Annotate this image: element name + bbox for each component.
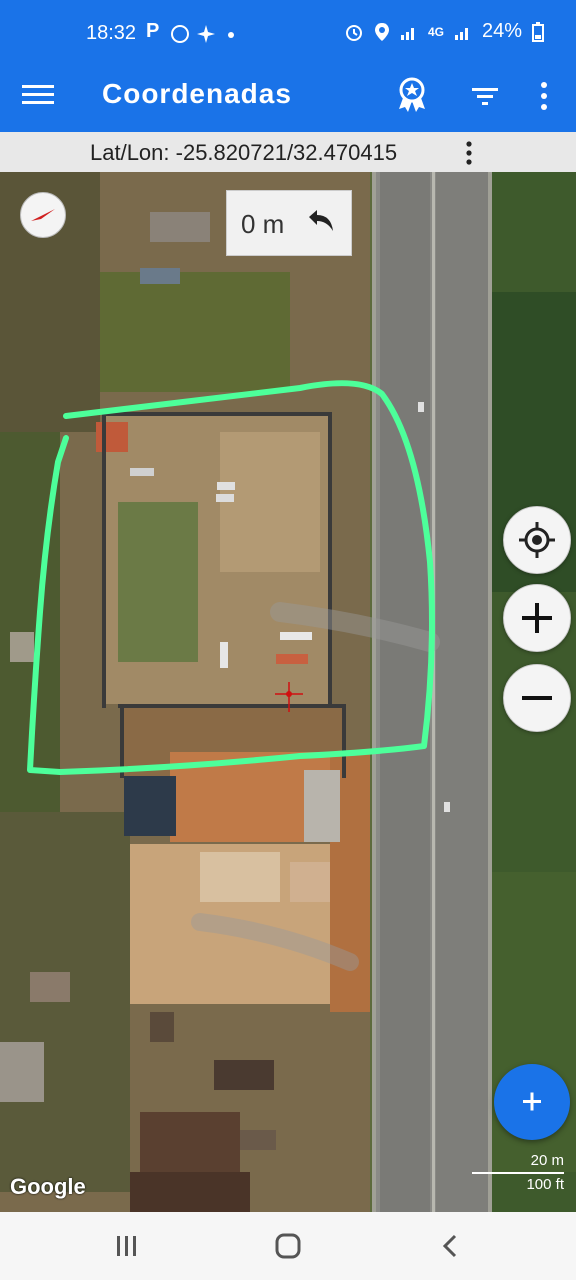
- scale-line: [472, 1172, 564, 1174]
- network-type: 4G: [427, 24, 444, 39]
- minus-icon: [522, 696, 552, 700]
- sparkle-icon: [197, 25, 215, 43]
- menu-icon[interactable]: [22, 80, 54, 112]
- alarm-icon: [345, 24, 362, 41]
- coord-more-icon[interactable]: [464, 140, 474, 166]
- coordinates-label: Lat/Lon: -25.820721/32.470415: [90, 140, 398, 165]
- satellite-imagery: [0, 172, 576, 1212]
- my-location-button[interactable]: [503, 506, 571, 574]
- distance-value: 0 m: [241, 209, 285, 239]
- coordinates-bar[interactable]: Lat/Lon: -25.820721/32.470415: [0, 132, 576, 172]
- my-location-icon: [519, 522, 555, 558]
- zoom-in-button[interactable]: [503, 584, 571, 652]
- whatsapp-icon: [171, 25, 189, 43]
- scale-imperial: 100 ft: [526, 1176, 564, 1193]
- add-point-button[interactable]: [494, 1064, 570, 1140]
- dot-icon: [228, 32, 234, 38]
- zoom-out-button[interactable]: [503, 664, 571, 732]
- status-right: 4G 24%: [344, 20, 544, 43]
- compass-button[interactable]: [20, 192, 66, 238]
- parking-icon: P: [146, 20, 164, 42]
- scale-metric: 20 m: [530, 1152, 564, 1169]
- status-time: 18:32: [86, 22, 137, 44]
- recents-icon[interactable]: [114, 1234, 140, 1258]
- status-bar: 18:32 P 4G 24%: [0, 0, 576, 60]
- system-nav-bar: [0, 1212, 576, 1280]
- signal-icon: [400, 27, 414, 40]
- badge-icon[interactable]: [392, 74, 432, 114]
- distance-panel: 0 m: [226, 190, 352, 256]
- location-icon: [374, 22, 389, 41]
- battery-level: 24%: [481, 20, 522, 42]
- plus-icon: [523, 1092, 541, 1111]
- satellite-map[interactable]: 0 m Google 20 m 100 ft: [0, 172, 576, 1212]
- app-bar: Coordenadas: [0, 60, 576, 132]
- signal-icon-2: [454, 27, 468, 40]
- filter-icon[interactable]: [470, 82, 500, 112]
- battery-icon: [532, 21, 544, 42]
- page-title: Coordenadas: [102, 78, 292, 109]
- compass-icon: [31, 209, 55, 221]
- google-attribution: Google: [10, 1174, 86, 1199]
- undo-icon[interactable]: [303, 207, 337, 237]
- more-vert-icon[interactable]: [536, 80, 552, 112]
- scale-bar: 20 m 100 ft: [472, 1150, 564, 1200]
- back-icon[interactable]: [440, 1234, 460, 1258]
- plus-icon: [522, 603, 552, 633]
- home-icon[interactable]: [274, 1232, 302, 1260]
